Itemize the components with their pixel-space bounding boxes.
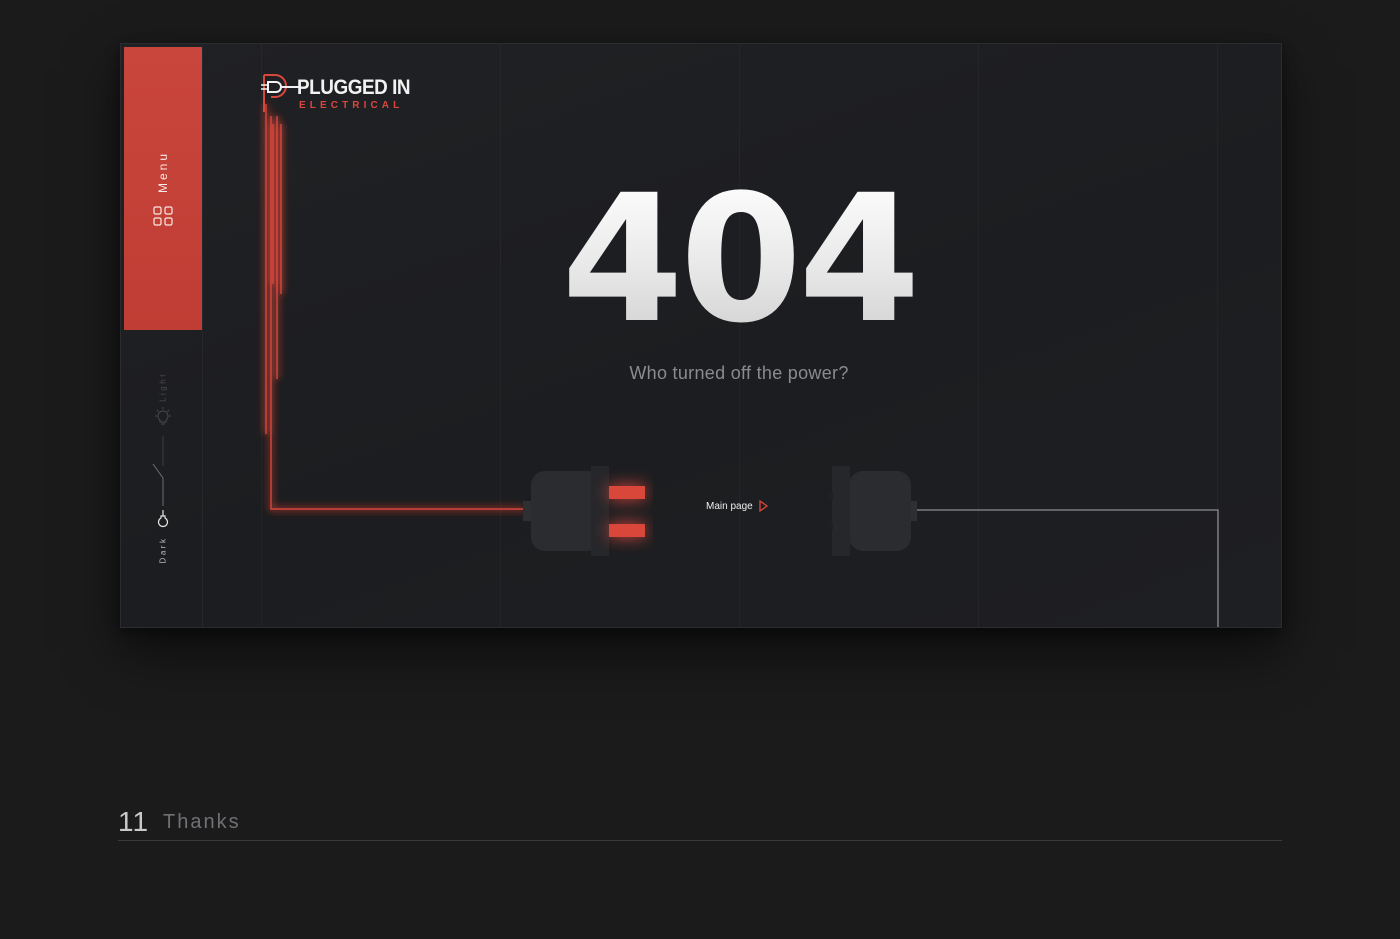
main-page-label: Main page xyxy=(706,500,753,512)
brand-tagline: ELECTRICAL xyxy=(299,100,404,111)
error-message: Who turned off the power? xyxy=(629,363,849,383)
error-page-frame: Menu Light Dark PLUGGED IN ELECTRICAL 40… xyxy=(120,43,1282,628)
play-triangle-icon xyxy=(759,500,768,512)
slide-number: 11 xyxy=(118,806,150,837)
plug-logo-icon xyxy=(261,74,299,112)
unplugged-cable xyxy=(914,509,1219,627)
slide-title: Thanks xyxy=(163,811,241,833)
plug-icon xyxy=(523,464,653,564)
brand-logo[interactable]: PLUGGED IN ELECTRICAL xyxy=(261,72,411,121)
error-code: 404 xyxy=(561,157,920,362)
brand-name: PLUGGED IN xyxy=(297,76,411,99)
footer-divider xyxy=(118,840,1282,841)
socket-icon xyxy=(829,464,919,564)
main-page-link[interactable]: Main page xyxy=(706,500,768,512)
